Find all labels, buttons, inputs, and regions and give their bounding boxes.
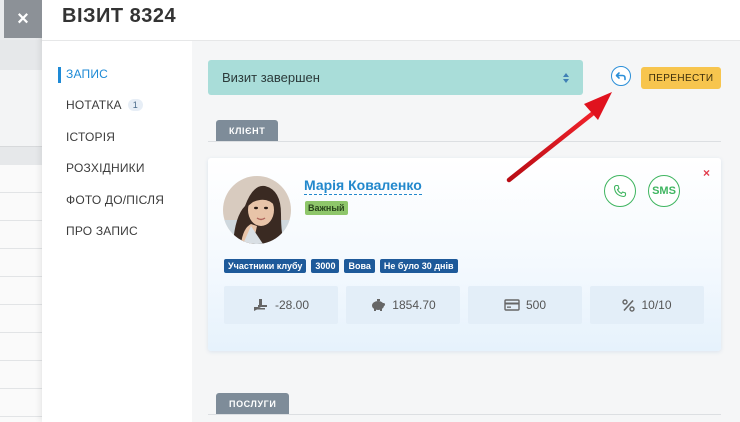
call-button[interactable] — [604, 175, 636, 207]
stat-value: 10/10 — [641, 298, 672, 312]
sort-icon — [563, 72, 569, 83]
stat-balance: -28.00 — [224, 286, 338, 324]
client-tags: Участники клубу 3000 Вова Не було 30 дні… — [224, 259, 458, 273]
client-tag-item: 3000 — [311, 259, 340, 273]
percent-icon — [622, 298, 636, 312]
section-divider — [208, 414, 721, 415]
main-content: Визит завершен ПЕРЕНЕСТИ КЛІЄНТ Марія Ко… — [192, 41, 740, 422]
sidebar-item-photos[interactable]: ФОТО ДО/ПІСЛЯ — [66, 193, 164, 207]
sidebar-item-consumables[interactable]: РОЗХІДНИКИ — [66, 161, 145, 175]
section-divider — [208, 141, 721, 142]
modal-header: ВІЗИТ 8324 — [42, 0, 740, 41]
note-count-badge: 1 — [127, 99, 143, 111]
sms-button[interactable]: SMS — [648, 175, 680, 207]
active-indicator — [58, 67, 61, 83]
stat-savings: 1854.70 — [346, 286, 460, 324]
undo-icon — [615, 72, 626, 81]
stat-value: 500 — [525, 298, 547, 312]
close-button[interactable]: × — [4, 0, 42, 38]
cash-hand-icon — [253, 299, 267, 311]
avatar — [223, 176, 291, 244]
sidebar-item-label: ФОТО ДО/ПІСЛЯ — [66, 193, 165, 207]
section-tab-services: ПОСЛУГИ — [216, 393, 290, 414]
background-list — [0, 165, 45, 422]
client-card: Марія Коваленко Важный SMS × Участники к… — [208, 158, 721, 351]
status-value: Визит завершен — [222, 70, 320, 85]
sidebar-item-label: РОЗХІДНИКИ — [66, 161, 145, 175]
move-button[interactable]: ПЕРЕНЕСТИ — [641, 67, 721, 89]
client-name-link[interactable]: Марія Коваленко — [304, 177, 422, 195]
client-tag-item: Вова — [344, 259, 375, 273]
remove-client-button[interactable]: × — [703, 166, 710, 180]
section-tab-client: КЛІЄНТ — [216, 120, 279, 141]
phone-icon — [613, 184, 627, 198]
stat-value: -28.00 — [274, 298, 310, 312]
sidebar-item-note[interactable]: НОТАТКА 1 — [66, 98, 143, 112]
sidebar: ЗАПИС НОТАТКА 1 ІСТОРІЯ РОЗХІДНИКИ ФОТО Д… — [42, 41, 192, 422]
client-tag-item: Не було 30 днів — [379, 259, 458, 273]
visit-modal: ВІЗИТ 8324 ЗАПИС НОТАТКА 1 ІСТОРІЯ РОЗХІД… — [42, 0, 740, 422]
stat-value: 1854.70 — [392, 298, 436, 312]
sidebar-item-history[interactable]: ІСТОРІЯ — [66, 130, 115, 144]
client-tag: Важный — [305, 201, 348, 215]
sidebar-item-label: ПРО ЗАПИС — [66, 224, 138, 238]
sidebar-item-label: ЗАПИС — [66, 67, 109, 81]
undo-button[interactable] — [611, 66, 631, 86]
piggy-bank-icon — [372, 299, 386, 311]
card-icon — [504, 299, 520, 311]
stat-discount: 10/10 — [590, 286, 704, 324]
client-tag-item: Участники клубу — [224, 259, 307, 273]
status-select[interactable]: Визит завершен — [208, 60, 583, 95]
sidebar-item-record[interactable]: ЗАПИС — [66, 67, 108, 81]
sidebar-item-label: ІСТОРІЯ — [66, 130, 116, 144]
stat-card: 500 — [468, 286, 582, 324]
sidebar-item-about[interactable]: ПРО ЗАПИС — [66, 224, 138, 238]
sidebar-item-label: НОТАТКА — [66, 98, 122, 112]
page-title: ВІЗИТ 8324 — [62, 5, 177, 27]
